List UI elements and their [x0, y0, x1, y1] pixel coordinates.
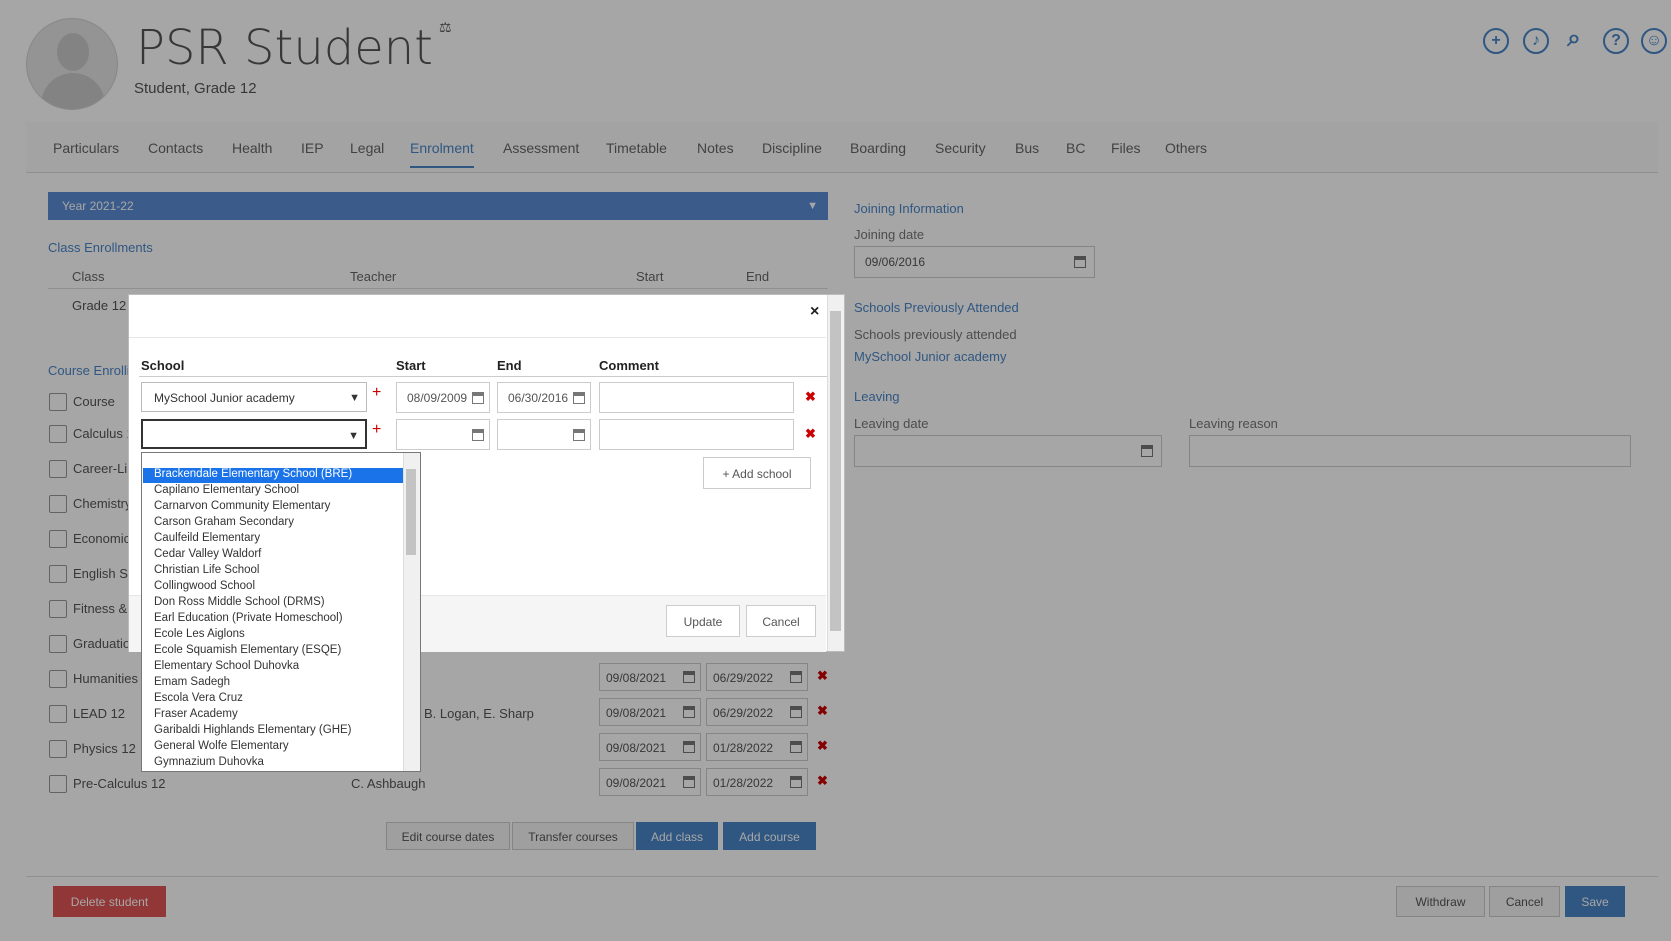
comment-field[interactable] [599, 382, 794, 413]
dropdown-option[interactable]: Escola Vera Cruz [154, 692, 243, 704]
cancel-button[interactable]: Cancel [746, 605, 816, 637]
calendar-icon[interactable] [472, 429, 484, 441]
remove-row-icon[interactable]: ✖ [805, 426, 816, 442]
add-school-button[interactable]: + Add school [703, 457, 811, 489]
dropdown-option[interactable]: Brackendale Elementary School (BRE) [154, 468, 352, 480]
calendar-icon[interactable] [472, 392, 484, 404]
col-comment: Comment [599, 358, 659, 373]
col-start: Start [396, 358, 426, 373]
dropdown-option[interactable]: Ecole Squamish Elementary (ESQE) [154, 644, 341, 656]
calendar-icon[interactable] [573, 392, 585, 404]
add-row-icon[interactable]: + [372, 421, 381, 439]
dropdown-option[interactable]: Ecole Les Aiglons [154, 628, 245, 640]
close-icon[interactable]: × [810, 303, 819, 321]
remove-row-icon[interactable]: ✖ [805, 389, 816, 405]
table-header-divider [139, 376, 827, 377]
school-select[interactable]: MySchool Junior academy ▼ [141, 382, 367, 412]
dropdown-option[interactable]: Emam Sadegh [154, 676, 230, 688]
dropdown-option[interactable]: Carnarvon Community Elementary [154, 500, 330, 512]
start-date-field[interactable] [396, 419, 490, 450]
dropdown-option[interactable]: Elementary School Duhovka [154, 660, 299, 672]
add-row-icon[interactable]: + [372, 384, 381, 402]
comment-field[interactable] [599, 419, 794, 450]
dropdown-option[interactable]: Garibaldi Highlands Elementary (GHE) [154, 724, 352, 736]
dropdown-option[interactable]: General Wolfe Elementary [154, 740, 289, 752]
modal-scrollbar[interactable] [827, 295, 844, 651]
col-end: End [497, 358, 522, 373]
dropdown-option[interactable]: Earl Education (Private Homeschool) [154, 612, 343, 624]
dropdown-option[interactable]: Don Ross Middle School (DRMS) [154, 596, 325, 608]
scroll-thumb[interactable] [830, 311, 841, 631]
chevron-down-icon: ▼ [349, 392, 360, 404]
dropdown-option[interactable]: Caulfeild Elementary [154, 532, 260, 544]
dropdown-option[interactable]: Collingwood School [154, 580, 255, 592]
end-date-field[interactable]: 06/30/2016 [497, 382, 591, 413]
modal-header-divider [129, 337, 826, 338]
dropdown-option[interactable]: Christian Life School [154, 564, 259, 576]
school-select-active[interactable]: ▼ [141, 419, 367, 449]
school-dropdown-list[interactable]: Brackendale Elementary School (BRE) Capi… [141, 452, 421, 772]
dropdown-option[interactable]: Carson Graham Secondary [154, 516, 294, 528]
dropdown-option[interactable]: Fraser Academy [154, 708, 238, 720]
update-button[interactable]: Update [666, 605, 740, 637]
dropdown-option[interactable]: Cedar Valley Waldorf [154, 548, 261, 560]
dropdown-scrollbar[interactable] [403, 453, 420, 771]
col-school: School [141, 358, 185, 373]
scroll-thumb[interactable] [406, 469, 416, 555]
calendar-icon[interactable] [573, 429, 585, 441]
start-date-field[interactable]: 08/09/2009 [396, 382, 490, 413]
dropdown-option[interactable]: Capilano Elementary School [154, 484, 299, 496]
end-date-field[interactable] [497, 419, 591, 450]
dropdown-option[interactable]: Gymnazium Duhovka [154, 756, 264, 768]
chevron-down-icon: ▼ [348, 430, 359, 442]
